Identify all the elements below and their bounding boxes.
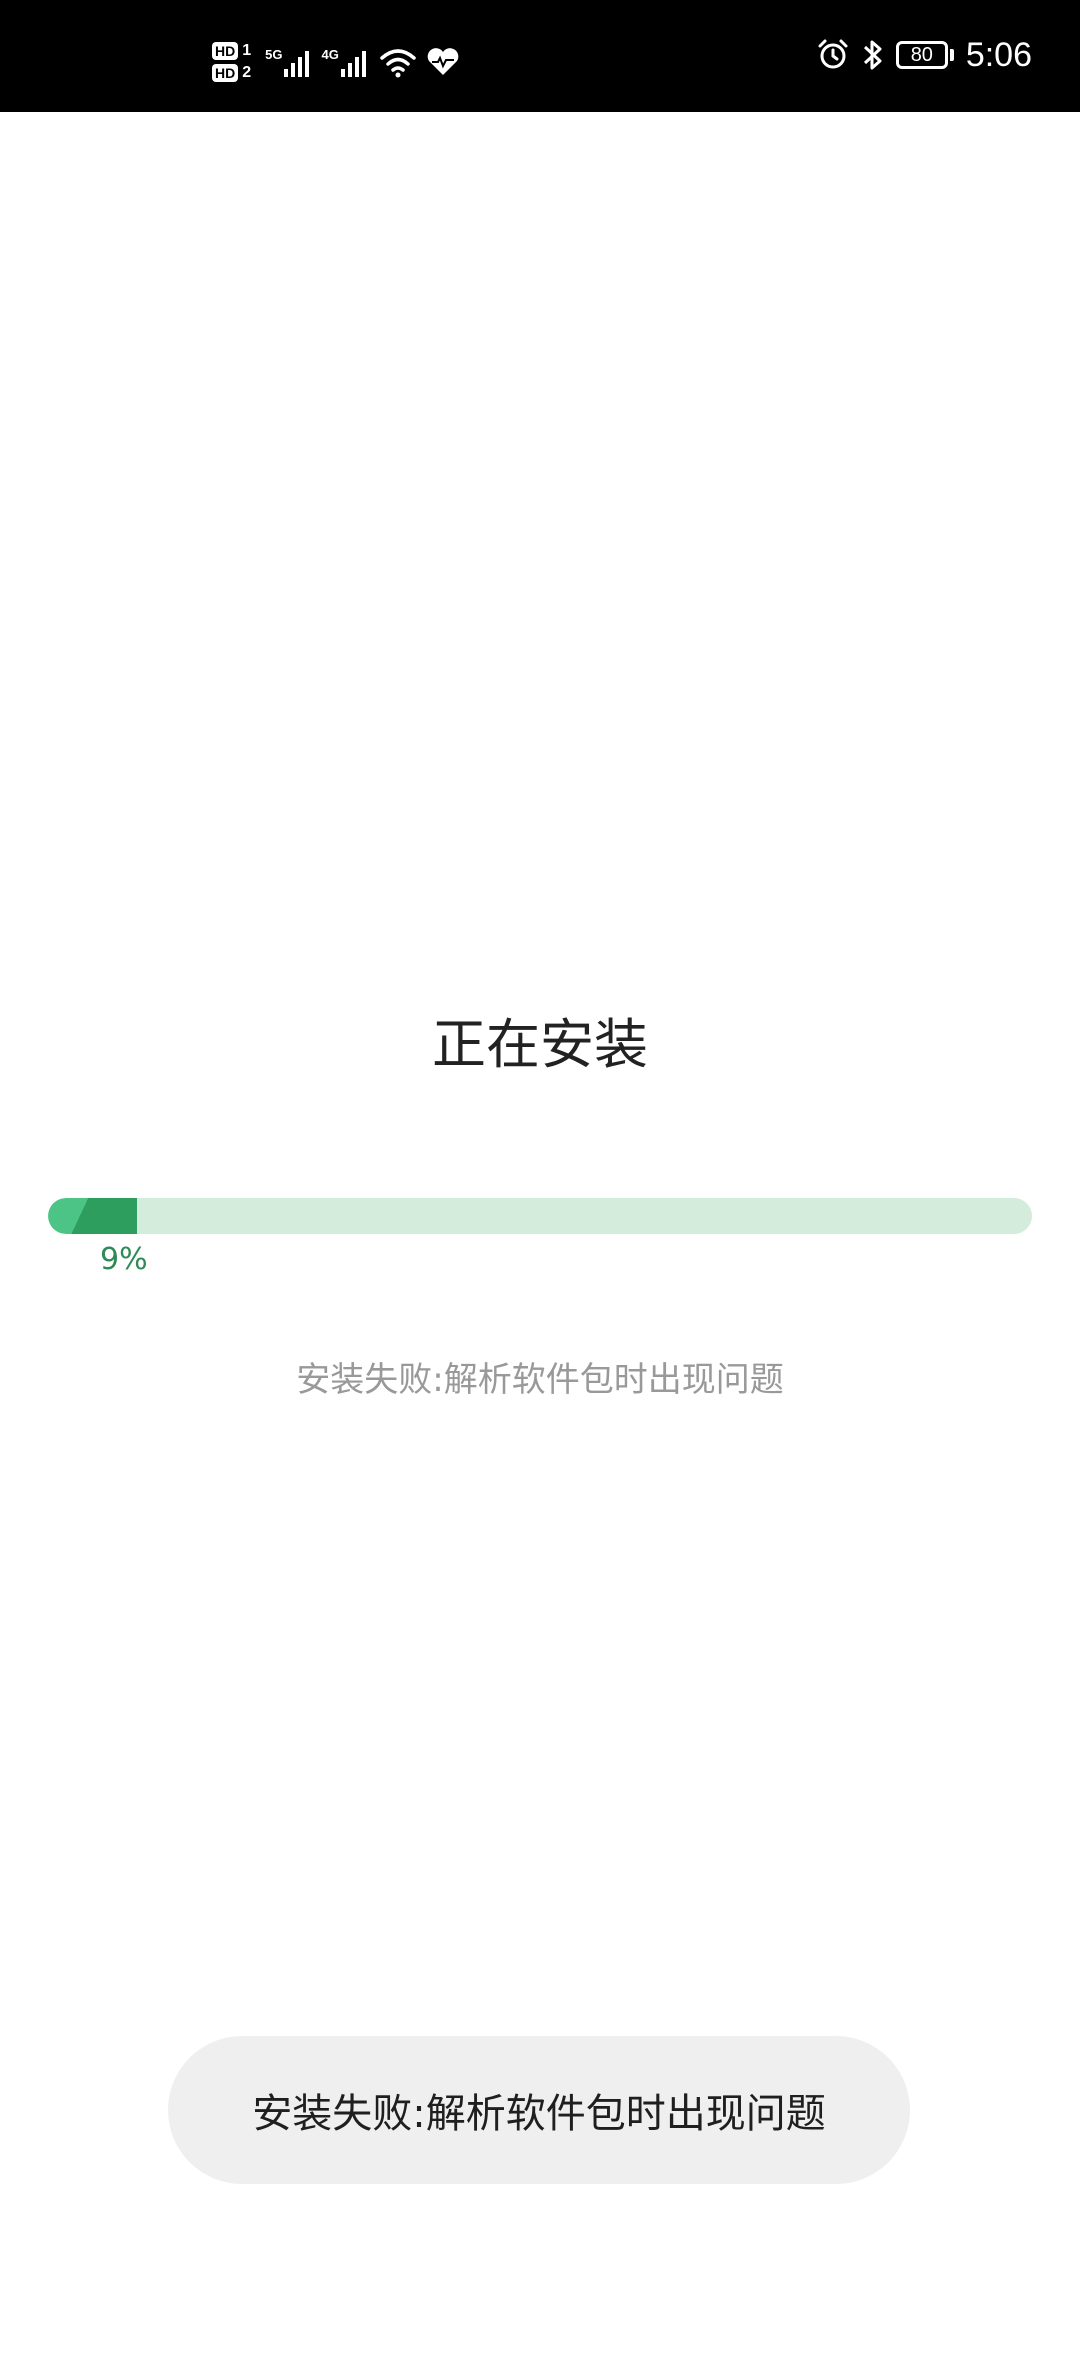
battery-tip	[949, 49, 954, 61]
network-type-label: 4G	[321, 47, 339, 62]
sim2-indicator: HD 2	[212, 64, 251, 82]
battery-level: 80	[910, 43, 933, 66]
hd-badge-icon: HD	[212, 64, 239, 82]
sim1-signal: 5G	[265, 47, 310, 77]
status-bar-time: 5:06	[965, 35, 1032, 74]
install-error-message: 安装失败:解析软件包时出现问题	[296, 1360, 784, 1400]
alarm-icon	[818, 39, 848, 69]
sim1-indicator: HD 1	[212, 42, 251, 60]
signal-icon	[340, 47, 366, 77]
bluetooth-icon	[863, 40, 882, 70]
status-bar-right: 80 5:06	[816, 30, 1032, 80]
install-progress-fill	[48, 1198, 137, 1234]
toast-message: 安装失败:解析软件包时出现问题	[252, 2091, 826, 2137]
install-title: 正在安装	[432, 1013, 648, 1076]
install-progress-percent: 9%	[100, 1242, 148, 1277]
status-bar: HD 1 HD 2 5G 4G 80 5:06	[0, 0, 1080, 112]
sim2-number: 2	[242, 64, 252, 81]
health-icon	[427, 48, 459, 75]
wifi-icon	[380, 49, 416, 78]
hd-badge-icon: HD	[212, 42, 239, 60]
sim2-signal: 4G	[321, 47, 366, 77]
network-type-label: 5G	[265, 47, 283, 62]
signal-icon	[284, 47, 310, 77]
sim-indicators: HD 1 HD 2	[212, 42, 251, 82]
status-bar-left: HD 1 HD 2 5G 4G	[212, 30, 460, 94]
battery-body: 80	[895, 41, 948, 69]
install-progress-bar	[48, 1198, 1032, 1234]
battery-icon: 80	[895, 41, 954, 69]
sim1-number: 1	[242, 42, 252, 59]
toast: 安装失败:解析软件包时出现问题	[168, 2036, 910, 2184]
